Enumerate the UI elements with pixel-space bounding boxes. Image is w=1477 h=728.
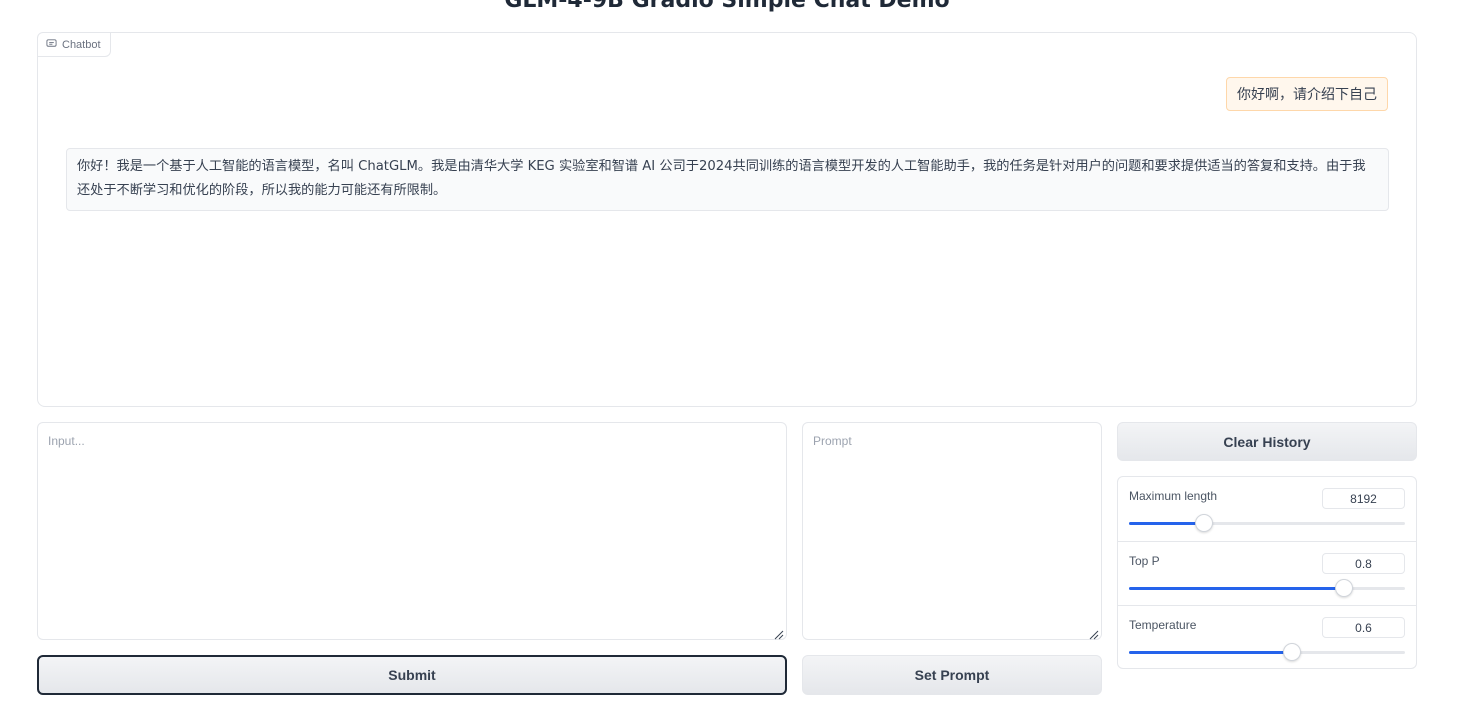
slider-value-input[interactable]: 8192	[1322, 488, 1405, 509]
slider-thumb[interactable]	[1194, 514, 1213, 532]
user-message: 你好啊，请介绍下自己	[1226, 77, 1388, 111]
resize-handle-icon[interactable]	[1089, 627, 1099, 640]
slider-thumb[interactable]	[1282, 643, 1301, 661]
resize-handle-icon[interactable]	[774, 627, 784, 640]
input-textarea[interactable]: Input...	[37, 422, 787, 640]
page-title: GLM-4-9B Gradio Simple Chat Demo	[504, 0, 950, 13]
slider-label: Maximum length	[1129, 489, 1218, 503]
slider-value-input[interactable]: 0.6	[1322, 617, 1405, 638]
chatbot-label: Chatbot	[37, 32, 111, 57]
clear-history-button[interactable]: Clear History	[1117, 422, 1417, 461]
slider-fill	[1129, 651, 1292, 654]
slider-fill	[1129, 587, 1345, 590]
prompt-placeholder: Prompt	[813, 434, 852, 448]
slider-track[interactable]	[1129, 643, 1405, 661]
slider-fill	[1129, 522, 1204, 525]
chat-icon	[46, 38, 57, 52]
input-placeholder: Input...	[48, 434, 85, 448]
parameters-panel: Maximum length 8192 Top P 0.8 Temperatur…	[1117, 476, 1417, 669]
slider-temperature: Temperature 0.6	[1118, 605, 1416, 669]
slider-thumb[interactable]	[1335, 579, 1354, 597]
slider-track[interactable]	[1129, 514, 1405, 532]
slider-label: Temperature	[1129, 618, 1197, 632]
chatbot-label-text: Chatbot	[62, 38, 101, 51]
set-prompt-button[interactable]: Set Prompt	[802, 655, 1102, 695]
slider-value-input[interactable]: 0.8	[1322, 553, 1405, 574]
submit-button[interactable]: Submit	[37, 655, 787, 695]
chatbot-panel: Chatbot 你好啊，请介绍下自己 你好！我是一个基于人工智能的语言模型，名叫…	[37, 32, 1417, 407]
slider-maximum-length: Maximum length 8192	[1118, 477, 1416, 541]
slider-label: Top P	[1129, 554, 1160, 568]
slider-top-p: Top P 0.8	[1118, 541, 1416, 605]
assistant-message: 你好！我是一个基于人工智能的语言模型，名叫 ChatGLM。我是由清华大学 KE…	[66, 148, 1389, 211]
prompt-textarea[interactable]: Prompt	[802, 422, 1102, 640]
slider-track[interactable]	[1129, 579, 1405, 597]
